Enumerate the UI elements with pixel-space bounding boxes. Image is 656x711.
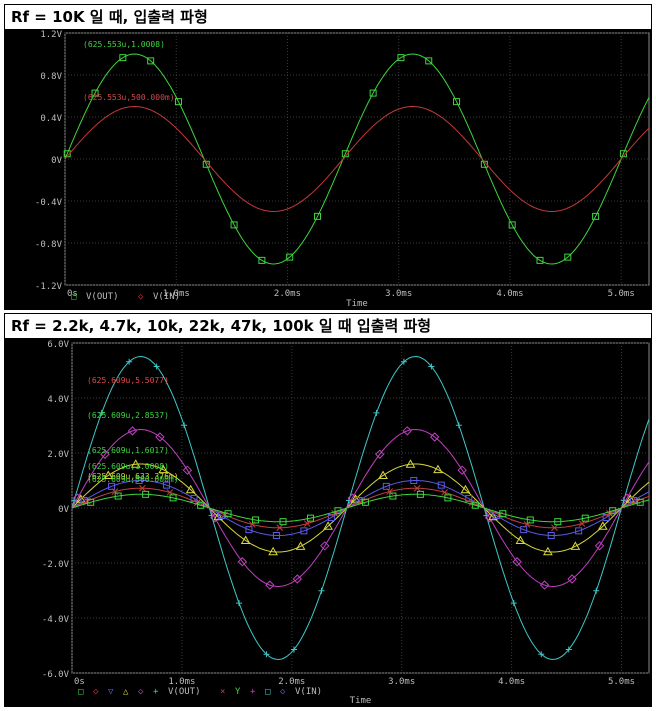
- point-annotation: (625.609u,1.0008): [87, 462, 169, 471]
- y-tick-label: -4.0V: [42, 615, 70, 625]
- x-tick-label: 3.0ms: [385, 289, 412, 299]
- legend-label: V(IN): [295, 687, 322, 697]
- legend-label: V(OUT): [168, 687, 201, 697]
- x-tick-label: 5.0ms: [608, 677, 635, 687]
- x-tick-label: 4.0ms: [496, 289, 523, 299]
- legend-label: V(OUT): [86, 292, 119, 302]
- x-tick-label: 2.0ms: [274, 289, 301, 299]
- point-annotation: (625.553u,1.0008): [83, 40, 165, 49]
- legend-symbol: □: [71, 292, 77, 302]
- legend-symbol: □: [265, 687, 271, 697]
- y-tick-label: -0.4V: [35, 198, 63, 208]
- y-tick-label: 4.0V: [47, 395, 69, 405]
- legend-symbol: Y: [235, 687, 241, 697]
- legend-symbol: ◇: [280, 687, 286, 697]
- legend-symbol: +: [250, 687, 256, 697]
- x-axis-label: Time: [346, 299, 368, 309]
- legend-symbol: ◇: [138, 687, 144, 697]
- y-tick-label: -0.8V: [35, 240, 63, 250]
- chart1-header: Rf = 10K 일 때, 입출력 파형: [4, 4, 652, 30]
- y-tick-label: 0.8V: [40, 72, 62, 82]
- legend-symbol: ▽: [108, 687, 114, 697]
- x-tick-label: 3.0ms: [388, 677, 415, 687]
- x-tick-label: 2.0ms: [278, 677, 305, 687]
- point-annotation: (625.609u,1.6017): [87, 446, 169, 455]
- y-tick-label: 0V: [51, 156, 62, 166]
- legend-symbol: +: [153, 687, 159, 697]
- y-tick-label: 0V: [58, 505, 69, 515]
- point-annotation: (625.609u,5.5077): [87, 376, 169, 385]
- legend-symbol: □: [78, 687, 84, 697]
- y-tick-label: -1.2V: [35, 282, 63, 292]
- chart2-plot: 6.0V 4.0V 2.0V 0V -2.0V -4.0V -6.0V 0s 1.0ms 2.0m…: [42, 340, 650, 706]
- point-annotation: (625.609u,500.000m): [87, 475, 179, 484]
- chart2-header: Rf = 2.2k, 4.7k, 10k, 22k, 47k, 100k 일 때…: [4, 313, 652, 339]
- x-tick-label: 4.0ms: [498, 677, 525, 687]
- legend-symbol: ×: [220, 687, 225, 697]
- y-tick-label: -2.0V: [42, 560, 70, 570]
- chart1-plot: 1.2V0.8V0.4V0V-0.4V-0.8V-1.2V0s 1.0ms 2.0m…: [35, 30, 650, 309]
- legend-symbol: ◇: [138, 292, 144, 302]
- y-tick-label: -6.0V: [42, 670, 70, 680]
- point-annotation: (625.553u,500.000m): [83, 93, 175, 102]
- x-tick-label: 1.0ms: [168, 677, 195, 687]
- chart1-panel: 1.2V 0.8V 0.4V 0V -0.4V -0.8V -1.2V 0s 1.0ms 2.0m…: [4, 30, 652, 310]
- x-tick-label: 0s: [74, 677, 85, 687]
- chart2-panel: 6.0V 4.0V 2.0V 0V -2.0V -4.0V -6.0V 0s 1.0ms 2.0m…: [4, 339, 652, 707]
- legend-symbol: ◇: [93, 687, 99, 697]
- x-tick-label: 5.0ms: [608, 289, 635, 299]
- y-tick-label: 0.4V: [40, 114, 62, 124]
- legend-label: V(IN): [153, 292, 180, 302]
- y-tick-label: 1.2V: [40, 30, 62, 40]
- point-annotation: (625.609u,2.8537): [87, 411, 169, 420]
- y-tick-label: 6.0V: [47, 340, 69, 350]
- legend-symbol: △: [123, 687, 129, 697]
- x-axis-label: Time: [350, 696, 372, 706]
- y-tick-label: 2.0V: [47, 450, 69, 460]
